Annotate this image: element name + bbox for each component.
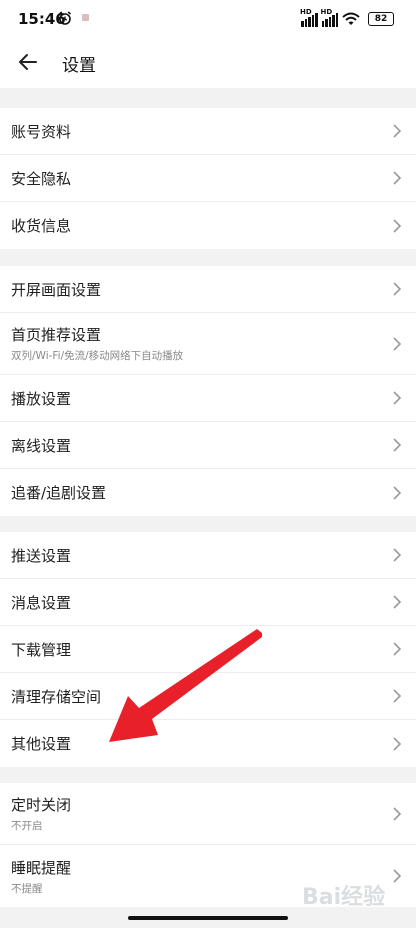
chevron-right-icon <box>393 124 402 138</box>
settings-item-label: 账号资料 <box>11 122 72 141</box>
sim2-hd-label: HD <box>320 8 333 16</box>
settings-item-label: 首页推荐设置 <box>11 326 102 344</box>
settings-item-label: 开屏画面设置 <box>11 280 102 299</box>
chevron-right-icon <box>393 736 402 751</box>
settings-item-label: 播放设置 <box>11 389 72 408</box>
home-indicator[interactable] <box>128 916 288 920</box>
settings-item-push[interactable]: 推送设置 <box>0 532 416 579</box>
settings-item-playback[interactable]: 播放设置 <box>0 375 416 422</box>
settings-item-label: 清理存储空间 <box>11 687 102 706</box>
status-bar: 15:46 HD HD 82 <box>0 0 416 40</box>
settings-item-shipping-info[interactable]: 收货信息 <box>0 202 416 249</box>
settings-item-label: 消息设置 <box>11 593 72 612</box>
settings-item-label: 其他设置 <box>11 735 72 753</box>
chevron-right-icon <box>393 595 402 609</box>
chevron-right-icon <box>393 218 402 233</box>
chevron-right-icon <box>393 438 402 452</box>
sim1-hd-label: HD <box>300 8 312 16</box>
settings-group-playback: 开屏画面设置 首页推荐设置 双列/Wi-Fi/免流/移动网络下自动播放 播放设置… <box>0 266 416 516</box>
signal-icon: HD <box>300 8 318 27</box>
settings-item-splash-screen[interactable]: 开屏画面设置 <box>0 266 416 313</box>
watermark-text: Bai经验 <box>302 884 385 910</box>
settings-item-label: 收货信息 <box>11 217 72 235</box>
settings-item-subtitle: 不开启 <box>11 820 43 832</box>
settings-item-account-profile[interactable]: 账号资料 <box>0 108 416 155</box>
chevron-right-icon <box>393 336 402 351</box>
settings-item-downloads[interactable]: 下载管理 <box>0 626 416 673</box>
settings-item-security-privacy[interactable]: 安全隐私 <box>0 155 416 202</box>
settings-item-follow-series[interactable]: 追番/追剧设置 <box>0 469 416 516</box>
settings-item-label: 下载管理 <box>11 640 72 659</box>
settings-item-other[interactable]: 其他设置 <box>0 720 416 767</box>
baidu-jingyan-watermark: Bai经验 <box>302 884 385 910</box>
page-title: 设置 <box>62 56 96 76</box>
settings-item-label: 推送设置 <box>11 546 72 565</box>
back-arrow-icon[interactable] <box>16 50 40 74</box>
settings-item-label: 安全隐私 <box>11 169 72 188</box>
chevron-right-icon <box>393 171 402 185</box>
settings-item-clear-storage[interactable]: 清理存储空间 <box>0 673 416 720</box>
settings-item-label: 离线设置 <box>11 436 72 455</box>
settings-item-subtitle: 双列/Wi-Fi/免流/移动网络下自动播放 <box>11 350 184 362</box>
settings-group-notifications: 推送设置 消息设置 下载管理 清理存储空间 其他设置 <box>0 532 416 767</box>
settings-item-offline[interactable]: 离线设置 <box>0 422 416 469</box>
settings-item-home-recommend[interactable]: 首页推荐设置 双列/Wi-Fi/免流/移动网络下自动播放 <box>0 313 416 375</box>
settings-item-label: 定时关闭 <box>11 796 72 814</box>
wifi-icon <box>342 12 360 25</box>
settings-item-subtitle: 不提醒 <box>11 882 43 895</box>
nav-bar: 设置 <box>0 40 416 88</box>
chevron-right-icon <box>393 485 402 500</box>
chevron-right-icon <box>393 391 402 405</box>
settings-item-sleep-timer[interactable]: 定时关闭 不开启 <box>0 783 416 845</box>
settings-item-label: 睡眠提醒 <box>11 858 72 877</box>
chevron-right-icon <box>393 282 402 296</box>
battery-indicator: 82 <box>368 12 394 26</box>
status-icons: HD HD 82 <box>300 8 394 27</box>
settings-item-label: 追番/追剧设置 <box>11 484 107 502</box>
chevron-right-icon <box>393 689 402 703</box>
chevron-right-icon <box>393 642 402 656</box>
alarm-clock-icon <box>59 11 71 25</box>
settings-item-messages[interactable]: 消息设置 <box>0 579 416 626</box>
chevron-right-icon <box>393 548 402 562</box>
settings-group-account: 账号资料 安全隐私 收货信息 <box>0 108 416 249</box>
signal-icon-2: HD <box>320 8 338 27</box>
chevron-right-icon <box>393 806 402 821</box>
notification-dot-icon <box>82 14 89 21</box>
